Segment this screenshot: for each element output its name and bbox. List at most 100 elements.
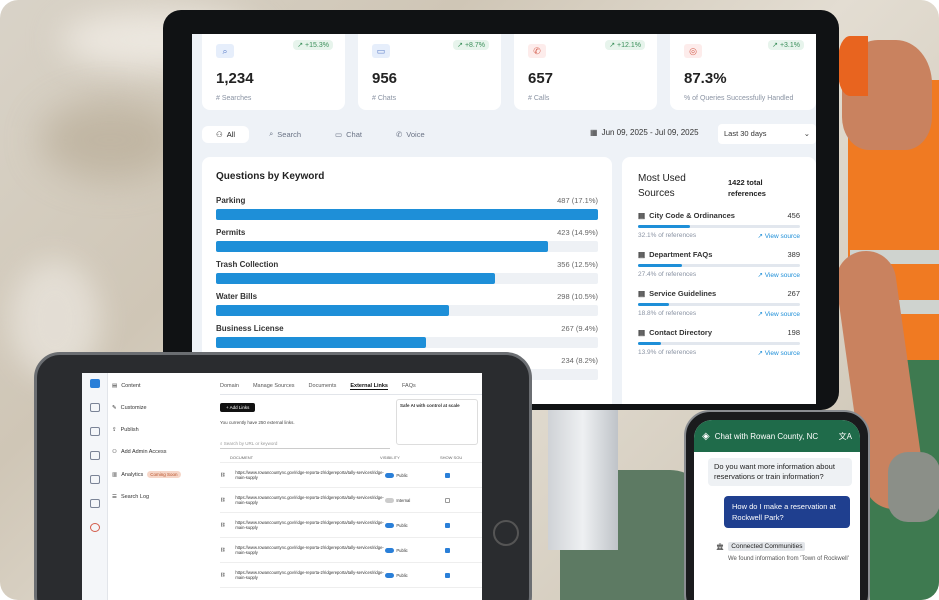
search-icon: ⌕ (269, 129, 274, 138)
analytics-dashboard: ⌕ ↗ +15.3% 1,234 # Searches ▭ ↗ +8.7% 95… (192, 34, 816, 404)
keyword-bar-track (216, 305, 598, 316)
content-tab[interactable]: Manage Sources (253, 383, 295, 390)
list-icon[interactable] (89, 499, 100, 508)
stat-card-chats: ▭ ↗ +8.7% 956 # Chats (358, 34, 501, 110)
filter-tab-all[interactable]: ⚇ All (202, 125, 250, 143)
sidebar-item[interactable]: ▤ Content (112, 383, 212, 389)
stat-value: 657 (528, 70, 554, 87)
link-url[interactable]: https://www.rowancountync.gov/ridge-repo… (225, 495, 385, 506)
keyword-label: Trash Collection (216, 260, 279, 269)
keyword-bar-track (216, 273, 598, 284)
source-count: 267 (787, 289, 800, 298)
link-url[interactable]: https://www.rowancountync.gov/ridge-repo… (225, 570, 385, 581)
filter-tab-search[interactable]: ⌕ Search (255, 125, 315, 143)
glove (888, 452, 939, 522)
stat-delta: ↗ +3.1% (768, 40, 804, 50)
keyword-bar-track (216, 337, 598, 348)
app-logo-icon (89, 379, 100, 388)
search-icon: ⌕ (216, 44, 234, 58)
source-item: ▤ Department FAQs 389 27.4% of references ↗… (638, 250, 800, 279)
chevron-down-icon: ⌄ (803, 129, 810, 138)
sidebar-nav: ▤ Content ✎ Customize ⇪ Publish ⚇ Add Admin Acc… (112, 383, 212, 516)
sidebar-item[interactable]: ☰ Search Log (112, 494, 212, 500)
filter-tab-chat[interactable]: ▭ Chat (321, 126, 376, 143)
add-links-button[interactable]: + Add Links (220, 403, 256, 412)
view-source-link[interactable]: ↗ View source (757, 232, 800, 240)
sidebar-item[interactable]: ✎ Customize (112, 405, 212, 411)
upload-icon[interactable] (89, 427, 100, 436)
keyword-label: Business License (216, 324, 284, 333)
source-pct: 27.4% of references (638, 271, 697, 278)
show-source-checkbox[interactable] (445, 472, 451, 478)
visibility-toggle[interactable] (385, 547, 395, 553)
view-source-link[interactable]: ↗ View source (757, 310, 800, 318)
sidebar-item[interactable]: ⇪ Publish (112, 427, 212, 433)
keyword-row: Water Bills 298 (10.5%) (216, 292, 598, 316)
stat-label: # Searches (216, 95, 252, 102)
filter-tab-voice[interactable]: ✆ Voice (382, 126, 439, 143)
source-count: 389 (787, 250, 800, 259)
content-tab[interactable]: FAQs (402, 383, 416, 390)
view-source-link[interactable]: ↗ View source (757, 271, 800, 279)
stat-label: # Chats (372, 95, 397, 102)
show-source-checkbox[interactable] (445, 572, 451, 578)
keyword-bar (216, 305, 450, 316)
avatar[interactable] (89, 523, 100, 532)
link-url[interactable]: https://www.rowancountync.gov/ridge-repo… (225, 470, 385, 481)
keyword-row: Permits 423 (14.9%) (216, 228, 598, 252)
document-icon: ▤ (638, 250, 646, 259)
stat-card-calls: ✆ ↗ +12.1% 657 # Calls (514, 34, 657, 110)
sidebar-item[interactable]: ⚇ Add Admin Access (112, 449, 212, 455)
source-bar (638, 264, 682, 267)
most-used-sources-panel: Most Used Sources 1422 total references … (622, 157, 816, 404)
link-url[interactable]: https://www.rowancountync.gov/ridge-repo… (225, 520, 385, 531)
phone-icon: ✆ (528, 44, 546, 58)
chat-header: ◈ Chat with Rowan County, NC 文A (694, 420, 860, 452)
image-icon[interactable] (89, 451, 100, 460)
visibility-toggle[interactable] (385, 472, 395, 478)
stat-value: 87.3% (684, 70, 727, 87)
keyword-count: 423 (14.9%) (557, 228, 598, 237)
source-note: We found information from 'Town of Rockw… (728, 556, 849, 562)
source-pct: 13.9% of references (638, 349, 697, 356)
sidebar-item[interactable]: ▥ Analytics Coming Soon (112, 471, 212, 478)
check-circle-icon: ◎ (684, 44, 702, 58)
stat-label: % of Queries Successfully Handled (684, 95, 794, 102)
keyword-count: 298 (10.5%) (557, 292, 598, 301)
period-select[interactable]: Last 30 days ⌄ (718, 124, 816, 144)
eye-icon[interactable] (89, 475, 100, 484)
user-plus-icon: ⚇ (112, 449, 117, 455)
show-source-checkbox[interactable] (445, 497, 451, 503)
content-tab[interactable]: Documents (309, 383, 337, 390)
content-tab[interactable]: External Links (350, 383, 388, 390)
visibility-toggle[interactable] (385, 522, 395, 528)
user-message: How do I make a reservation at Rockwell … (724, 496, 850, 528)
date-range[interactable]: ▦ Jun 09, 2025 - Jul 09, 2025 (590, 128, 699, 137)
stat-delta: ↗ +8.7% (453, 40, 489, 50)
document-icon: ▤ (638, 289, 646, 298)
show-source-checkbox[interactable] (445, 547, 451, 553)
visibility-toggle[interactable] (385, 497, 395, 503)
show-source-checkbox[interactable] (445, 522, 451, 528)
keyword-row: Parking 487 (17.1%) (216, 196, 598, 220)
chat-title: Chat with Rowan County, NC (714, 431, 819, 441)
document-icon: ▤ (638, 328, 646, 337)
keyword-bar (216, 337, 427, 348)
keyword-count: 487 (17.1%) (557, 196, 598, 205)
view-source-link[interactable]: ↗ View source (757, 349, 800, 357)
stat-card-success-rate: ◎ ↗ +3.1% 87.3% % of Queries Successfull… (670, 34, 816, 110)
source-item: ▤ Service Guidelines 267 18.8% of referenc… (638, 289, 800, 318)
panel-title: Questions by Keyword (216, 171, 325, 182)
stat-card-searches: ⌕ ↗ +15.3% 1,234 # Searches (202, 34, 345, 110)
visibility-toggle[interactable] (385, 572, 395, 578)
channel-filter: ⚇ All ⌕ Search ▭ Chat ✆ Voice (202, 124, 439, 144)
link-url[interactable]: https://www.rowancountync.gov/ridge-repo… (225, 545, 385, 556)
keyword-bar-track (216, 209, 598, 220)
chat-icon: ▭ (372, 44, 390, 58)
translate-icon[interactable]: 文A (839, 431, 852, 442)
links-search-input[interactable]: ⌕ Search by URL or keyword (220, 441, 390, 449)
folder-icon[interactable] (89, 403, 100, 412)
content-tab[interactable]: Domain (220, 383, 239, 390)
keyword-row: Trash Collection 356 (12.5%) (216, 260, 598, 284)
keyword-bar-track (216, 241, 598, 252)
